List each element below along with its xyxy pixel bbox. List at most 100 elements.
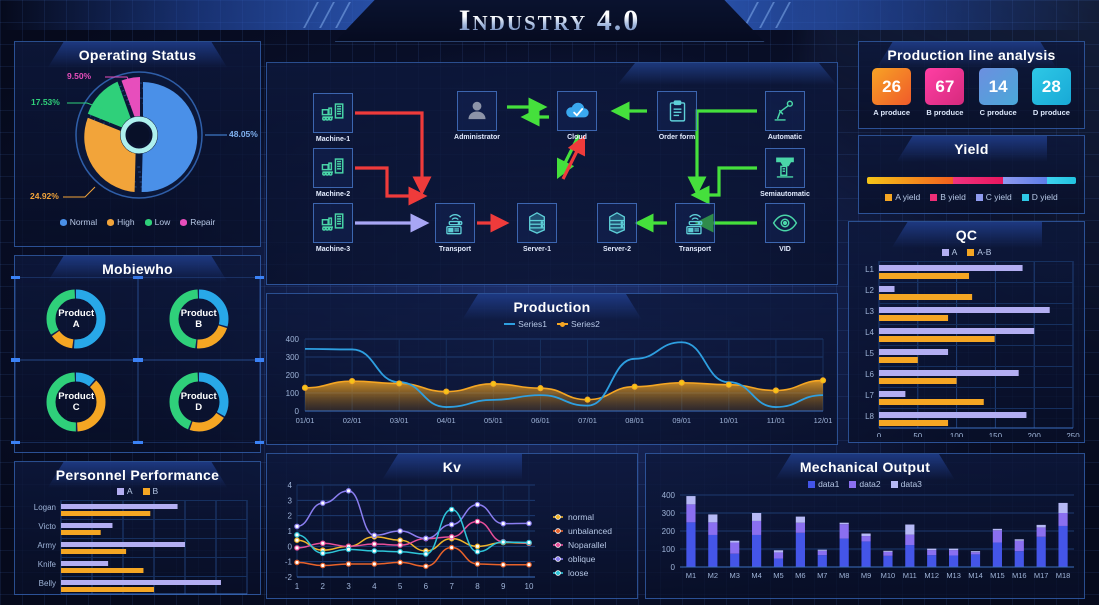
axis-label: 04/01 bbox=[437, 416, 456, 425]
axis-label: L2 bbox=[865, 286, 874, 295]
flow-node-label: Machine-1 bbox=[315, 136, 351, 143]
stack-data2 bbox=[817, 550, 827, 556]
axis-label: M7 bbox=[817, 571, 827, 580]
axis-label: M3 bbox=[730, 571, 740, 580]
bar-a bbox=[61, 504, 178, 509]
panel-mechanical-output: Mechanical Output data1 data2 data3 0 100… bbox=[645, 453, 1085, 599]
bar-a bbox=[879, 328, 1035, 334]
axis-label: 03/01 bbox=[390, 416, 409, 425]
axis-label: Belly bbox=[39, 579, 56, 588]
series2-point bbox=[348, 378, 356, 385]
mobiewho-cell-d[interactable]: Product D bbox=[133, 359, 264, 444]
flow-node-orderform[interactable] bbox=[657, 91, 697, 131]
axis-label: M12 bbox=[924, 571, 939, 580]
mobiewho-cell-b[interactable]: Product B bbox=[133, 276, 264, 361]
stack-data2 bbox=[1014, 540, 1024, 552]
kv-point bbox=[371, 541, 378, 547]
series2-point bbox=[584, 396, 591, 403]
produce-card[interactable]: 28 D produce bbox=[1031, 68, 1071, 117]
kv-legend-label: unbalanced bbox=[568, 526, 612, 536]
axis-label: M4 bbox=[751, 571, 761, 580]
kv-line-loose bbox=[296, 508, 530, 555]
produce-card[interactable]: 26 A produce bbox=[872, 68, 912, 117]
kv-point bbox=[397, 528, 403, 534]
axis-label: 5 bbox=[398, 582, 403, 591]
axis-label: M5 bbox=[773, 571, 783, 580]
flow-node-machine2[interactable] bbox=[313, 148, 353, 188]
axis-label: M8 bbox=[839, 571, 849, 580]
produce-card[interactable]: 67 B produce bbox=[925, 68, 965, 117]
flow-node-label: Transport bbox=[438, 246, 472, 253]
axis-label: 9 bbox=[501, 582, 506, 591]
axis-label: 07/01 bbox=[578, 416, 597, 425]
pie-label-repair: 9.50% bbox=[67, 71, 92, 81]
axis-label: M10 bbox=[881, 571, 896, 580]
axis-label: M9 bbox=[861, 571, 871, 580]
axis-label: M17 bbox=[1034, 571, 1049, 580]
production-line-cards: 26 A produce 67 B produce 14 C produce 28 D pro… bbox=[859, 63, 1084, 117]
axis-label: L5 bbox=[865, 349, 874, 358]
stack-data3 bbox=[686, 496, 696, 505]
stack-data3 bbox=[795, 516, 805, 523]
flow-node-transport2[interactable] bbox=[675, 203, 715, 243]
corner-marker bbox=[11, 359, 20, 362]
mobiewho-cell-c[interactable]: Product C bbox=[11, 359, 142, 444]
kv-point bbox=[474, 543, 481, 550]
stack-data1 bbox=[927, 555, 937, 567]
axis-label: M11 bbox=[903, 571, 917, 580]
produce-value: 28 bbox=[1031, 68, 1071, 105]
mobiewho-cell-a[interactable]: Product A bbox=[11, 276, 142, 361]
donut-label: Product A bbox=[58, 307, 95, 330]
bar-a-b bbox=[879, 336, 995, 342]
flow-node-semiautomatic[interactable] bbox=[765, 148, 805, 188]
axis-tick: 400 bbox=[286, 335, 300, 344]
panel-qc: QC A A-B L1 L2 L3 L4 L5 L6 L7 L8 0 50 100 150 200 250 bbox=[848, 221, 1085, 443]
bar-a bbox=[879, 349, 949, 355]
produce-caption: C produce bbox=[979, 108, 1017, 117]
produce-value: 26 bbox=[872, 68, 912, 105]
flow-node-server2[interactable] bbox=[597, 203, 637, 243]
flow-arrow bbox=[687, 109, 757, 196]
corner-marker bbox=[133, 359, 143, 362]
bar-a-b bbox=[879, 378, 957, 384]
panel-kv: Kv -2 -1 0 1 2 3 4 1 2 3 4 5 6 7 8 9 10 normal unbalanced N… bbox=[266, 453, 638, 599]
series2-point bbox=[678, 379, 685, 386]
flow-node-administrator[interactable] bbox=[457, 91, 497, 131]
flow-node-machine3[interactable] bbox=[313, 203, 353, 243]
axis-label: 4 bbox=[372, 582, 377, 591]
axis-label: 8 bbox=[475, 582, 480, 591]
kv-point bbox=[294, 532, 300, 538]
bar-a-b bbox=[879, 357, 918, 363]
yield-segment bbox=[1046, 177, 1076, 184]
bar-b bbox=[61, 511, 151, 516]
mechanical-output-title: Mechanical Output bbox=[799, 459, 931, 475]
panel-mobiewho: Mobiewho Product A Product B Product C Product… bbox=[11, 255, 264, 453]
flow-node-cloud[interactable] bbox=[557, 91, 597, 131]
kv-point bbox=[371, 561, 378, 567]
flow-node-transport1[interactable] bbox=[435, 203, 475, 243]
mobiewho-title: Mobiewho bbox=[102, 261, 173, 277]
axis-tick: 200 bbox=[1028, 432, 1042, 437]
flow-node-label: Semiautomatic bbox=[760, 191, 810, 198]
series2-point bbox=[443, 388, 450, 395]
stack-data1 bbox=[708, 534, 718, 567]
bar-b bbox=[61, 530, 101, 535]
axis-label: 12/01 bbox=[814, 416, 833, 425]
flow-node-server1[interactable] bbox=[517, 203, 557, 243]
stack-data3 bbox=[1014, 539, 1024, 541]
flow-node-vid[interactable] bbox=[765, 203, 805, 243]
flow-node-automatic[interactable] bbox=[765, 91, 805, 131]
axis-label: L8 bbox=[865, 412, 874, 421]
stack-data2 bbox=[773, 552, 784, 559]
axis-label: M14 bbox=[968, 571, 983, 580]
server-icon bbox=[524, 210, 550, 236]
axis-label: 3 bbox=[346, 582, 351, 591]
flow-node-machine1[interactable] bbox=[313, 93, 353, 133]
corner-marker bbox=[255, 359, 264, 362]
user-icon bbox=[464, 98, 490, 124]
legend-low: Low bbox=[144, 217, 170, 227]
kv-legend-label: oblique bbox=[568, 554, 596, 564]
produce-card[interactable]: 14 C produce bbox=[978, 68, 1018, 117]
axis-label: 10/01 bbox=[719, 416, 738, 425]
yield-segment bbox=[1002, 177, 1047, 184]
